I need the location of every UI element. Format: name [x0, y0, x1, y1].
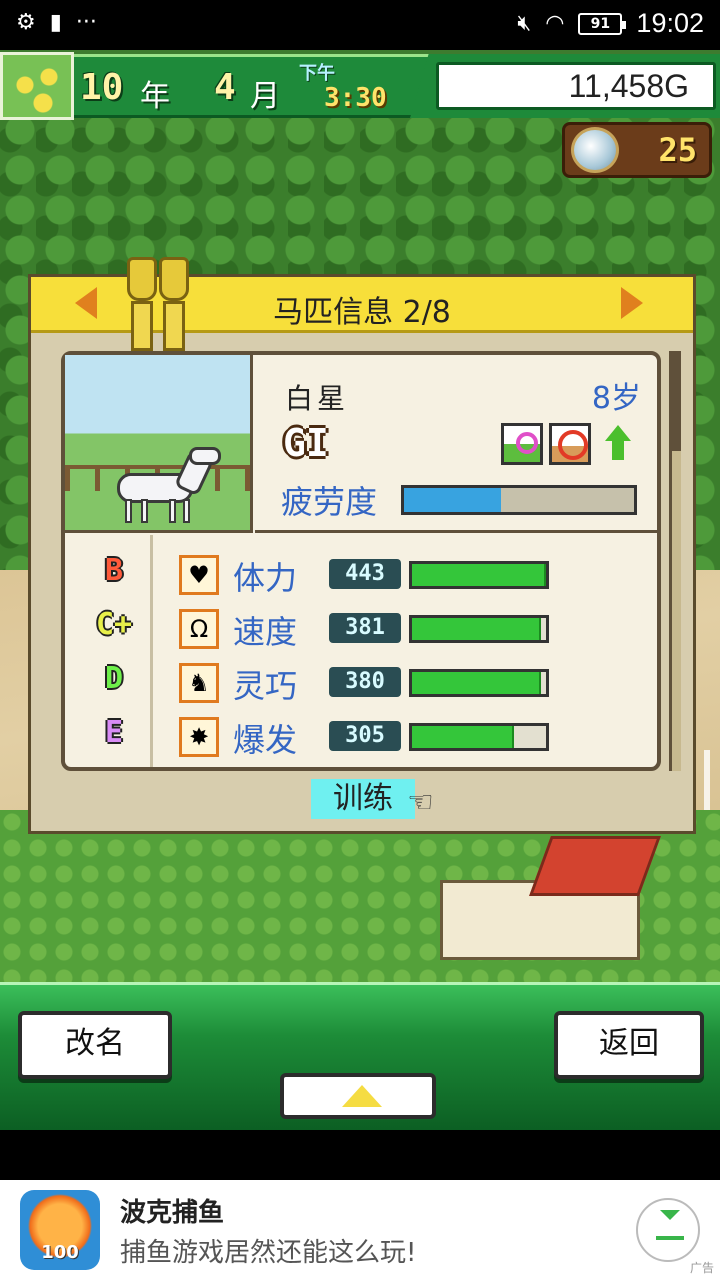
rank-badge: E [104, 715, 124, 750]
horse-summary: 白星 8岁 GI 疲劳度 [255, 355, 657, 533]
growth-up-arrow-icon [605, 425, 631, 463]
ad-tag: 广告 [689, 1261, 714, 1275]
stat-bar [409, 723, 549, 751]
train-label: 训练 [311, 779, 415, 819]
stat-label: 体力 [233, 559, 298, 597]
medal-count: 25 [658, 131, 697, 169]
stat-bar-fill [412, 564, 546, 586]
stat-bar-fill [412, 726, 514, 748]
turf-badge-icon [501, 423, 543, 465]
rank-badge: D [104, 661, 124, 696]
stat-label: 爆发 [233, 721, 298, 759]
medal-counter[interactable]: 25 [562, 122, 712, 178]
gear-icon: ⚙ [16, 10, 36, 35]
stat-label: 灵巧 [233, 667, 298, 705]
stat-value: 305 [329, 721, 401, 751]
stat-bar [409, 615, 549, 643]
stat-row-2: ♞ 灵巧 380 [179, 657, 649, 707]
money-display: 11,458G [436, 62, 716, 110]
year-unit: 年 [140, 79, 170, 114]
stat-row-1: Ω 速度 381 [179, 603, 649, 653]
stat-bar-fill [412, 672, 541, 694]
stats-section: B C+ D E ♥ 体力 443 Ω 速度 381 ♞ 灵巧 380 ✸ 爆发 305 [65, 535, 657, 767]
expand-menu-button[interactable] [280, 1073, 436, 1119]
ad-banner[interactable]: 100 波克捕鱼 捕鱼游戏居然还能这么玩! 广告 [0, 1180, 720, 1280]
back-button[interactable]: 返回 [554, 1011, 704, 1079]
horse-card: 白星 8岁 GI 疲劳度 B C+ D E ♥ 体力 443 Ω 速度 381 ♞ 灵巧 380 ✸ 爆发… [61, 351, 661, 771]
stat-value: 381 [329, 613, 401, 643]
scrollbar[interactable] [669, 351, 681, 771]
stable-building[interactable] [430, 820, 661, 980]
month-unit: 月 [250, 79, 280, 114]
horse-portrait [65, 355, 253, 533]
horse-info-panel: 马匹信息 2/8 白星 8岁 GI 疲劳度 B C+ D E ♥ 体力 443 … [28, 257, 696, 834]
ad-icon-text: 100 [41, 1242, 79, 1263]
stat-row-0: ♥ 体力 443 [179, 549, 649, 599]
bottom-bar: 改名 返回 [0, 982, 720, 1130]
stat-bar [409, 669, 549, 697]
rank-badge: B [104, 553, 124, 588]
date-display: 10 年 4 月 下午 3:30 [74, 54, 434, 118]
sim-icon: ▮ [49, 10, 62, 35]
game-time: 3:30 [324, 83, 387, 113]
fatigue-label: 疲劳度 [281, 483, 378, 521]
wifi-icon: ◠ [545, 11, 565, 36]
rename-button[interactable]: 改名 [18, 1011, 172, 1079]
burst-icon: ✸ [179, 717, 219, 757]
dirt-target-badge-icon [549, 423, 591, 465]
ad-subtitle: 捕鱼游戏居然还能这么玩! [120, 1238, 417, 1268]
heart-icon: ♥ [179, 555, 219, 595]
pointing-hand-icon: ☜ [407, 785, 434, 820]
mute-icon: 🔇︎ [517, 11, 532, 36]
next-horse-arrow-icon[interactable] [621, 287, 643, 319]
horseshoe-icon: Ω [179, 609, 219, 649]
rank-column: B C+ D E [65, 535, 153, 767]
train-button[interactable]: 训练 ☜ [311, 777, 461, 821]
ad-title[interactable]: 波克捕鱼 [120, 1192, 224, 1229]
fatigue-bar [401, 485, 637, 515]
stat-value: 380 [329, 667, 401, 697]
month-value: 4 [214, 67, 236, 108]
grade-label: GI [283, 421, 329, 465]
status-time: 19:02 [636, 8, 704, 38]
stat-row-3: ✸ 爆发 305 [179, 711, 649, 761]
stat-bar-fill [412, 618, 541, 640]
status-bar: ⚙ ▮ ··· 🔇︎ ◠ 91 19:02 [0, 0, 720, 50]
download-icon[interactable] [636, 1198, 700, 1262]
stat-value: 443 [329, 559, 401, 589]
fatigue-bar-fill [404, 488, 501, 512]
battery-icon: 91 [578, 12, 627, 35]
horse-icon: ♞ [179, 663, 219, 703]
stable-roof [529, 836, 661, 896]
scrollbar-thumb[interactable] [672, 351, 681, 451]
top-hud: 10 年 4 月 下午 3:30 11,458G [0, 50, 720, 122]
more-icon: ··· [75, 10, 97, 35]
horse-name: 白星 [285, 382, 350, 415]
medal-icon [571, 127, 619, 173]
trophy-icon [123, 257, 193, 357]
stat-label: 速度 [233, 613, 298, 651]
rank-badge: C+ [95, 607, 133, 642]
ampm-label: 下午 [299, 63, 335, 84]
stat-bar [409, 561, 549, 589]
flower-avatar-icon[interactable] [0, 52, 74, 120]
year-value: 10 [80, 67, 124, 108]
horse-age: 8岁 [591, 381, 641, 416]
